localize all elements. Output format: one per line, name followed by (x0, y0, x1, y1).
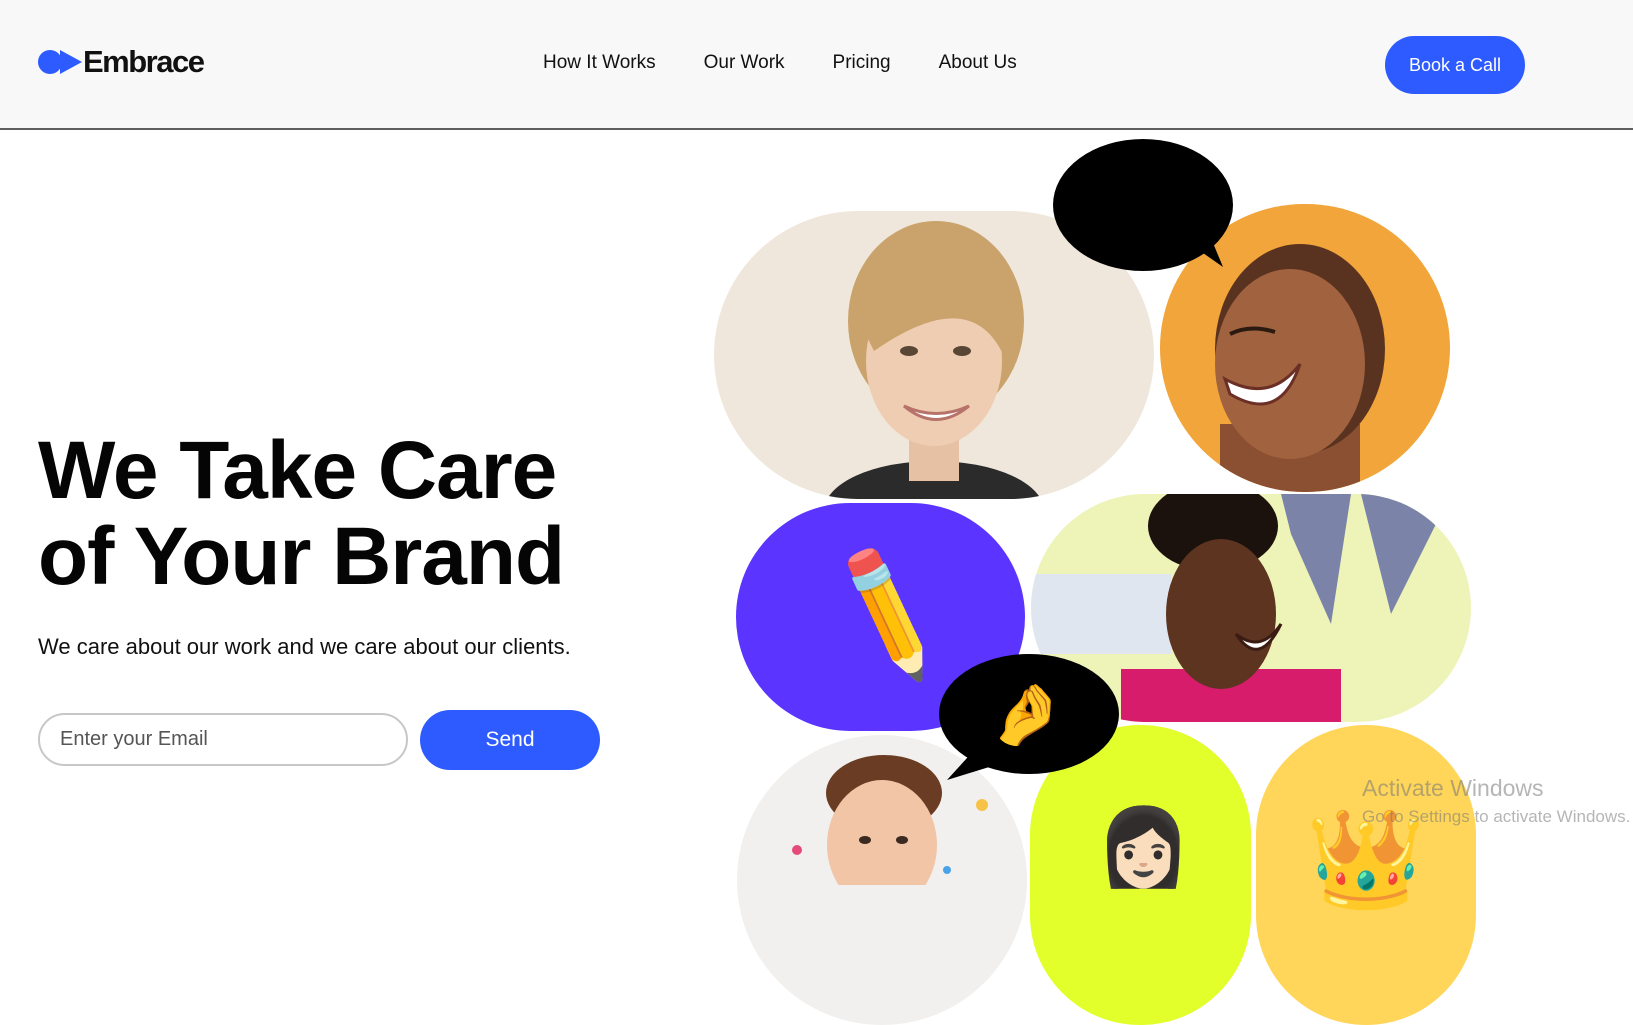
hero-headline: We Take Care of Your Brand (38, 425, 565, 602)
heart-eyes-icon: 😍 (1108, 170, 1173, 239)
brand-name: Embrace (83, 44, 205, 79)
crown-tile: 👑 (1256, 725, 1476, 1025)
hero-headline-line-2: of Your Brand (38, 511, 565, 602)
speech-bubble-heart-eyes: 😍 (1053, 139, 1235, 274)
nav-about-us[interactable]: About Us (939, 52, 1017, 74)
book-a-call-button[interactable]: Book a Call (1385, 36, 1525, 94)
speech-bubble-pinch: 🤌 (937, 652, 1119, 782)
activate-windows-subtext: Go to Settings to activate Windows. (1362, 807, 1631, 826)
pinch-hand-icon: 🤌 (989, 681, 1064, 748)
send-button[interactable]: Send (420, 710, 600, 770)
header-nav-bar: Embrace How It Works Our Work Pricing Ab… (0, 0, 1633, 130)
email-input[interactable] (38, 713, 408, 766)
embrace-logo-icon (38, 50, 82, 74)
activate-windows-watermark: Activate Windows (1362, 775, 1544, 801)
hero-headline-line-1: We Take Care (38, 425, 557, 516)
hero-subtitle: We care about our work and we care about… (38, 634, 571, 659)
brand-logo[interactable]: Embrace (38, 44, 205, 80)
nav-our-work[interactable]: Our Work (704, 52, 785, 74)
main-menu: How It Works Our Work Pricing About Us (543, 52, 1065, 74)
nav-how-it-works[interactable]: How It Works (543, 52, 656, 74)
woman-icon: 👩🏻 (1096, 805, 1191, 890)
nav-pricing[interactable]: Pricing (833, 52, 891, 74)
